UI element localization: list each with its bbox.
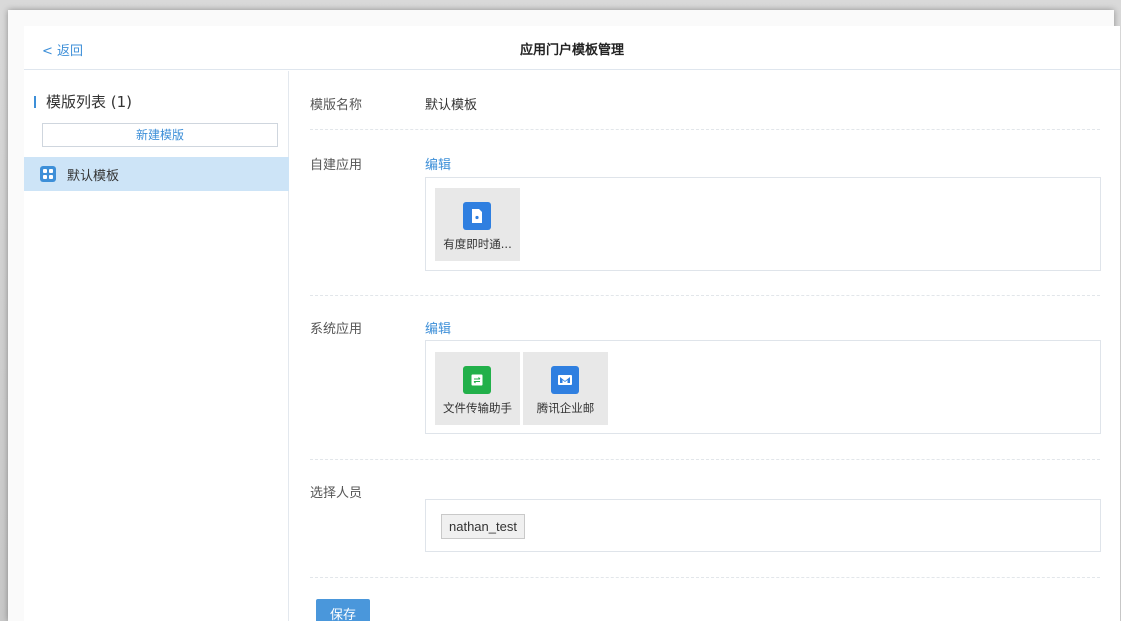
app-name: 文件传输助手 (443, 401, 512, 415)
top-header: < 返回 应用门户模板管理 (24, 26, 1120, 70)
custom-apps-box: 有度即时通... (425, 177, 1101, 271)
app-name: 有度即时通... (443, 237, 512, 251)
page-container: < 返回 应用门户模板管理 模版列表 (1) 新建模版 默认模板 模版名称 默认… (24, 26, 1120, 621)
mail-icon (551, 366, 579, 394)
heading-accent-bar (34, 95, 36, 108)
sidebar-item-default-template[interactable]: 默认模板 (24, 157, 289, 191)
template-sidebar: 模版列表 (1) 新建模版 默认模板 (24, 71, 289, 621)
page-title: 应用门户模板管理 (519, 43, 624, 58)
system-apps-edit-link[interactable]: 编辑 (425, 318, 451, 337)
app-name: 腾讯企业邮 (536, 401, 595, 415)
sidebar-item-label: 默认模板 (67, 168, 120, 184)
template-name-value: 默认模板 (425, 98, 478, 113)
people-selector[interactable]: nathan_test (425, 499, 1101, 552)
system-apps-box: 文件传输助手 腾讯企业邮 (425, 340, 1101, 434)
sidebar-heading-label: 模版列表 (1) (46, 93, 133, 111)
select-people-label: 选择人员 (310, 486, 363, 501)
person-tag[interactable]: nathan_test (441, 514, 525, 539)
divider (310, 295, 1100, 296)
app-tile-tencent-mail[interactable]: 腾讯企业邮 (523, 352, 608, 425)
template-detail: 模版名称 默认模板 自建应用 编辑 有度即时通... 系统应用 编辑 文件传输助… (290, 71, 1120, 621)
custom-apps-edit-link[interactable]: 编辑 (425, 154, 451, 173)
custom-apps-label: 自建应用 (310, 158, 363, 173)
template-name-label: 模版名称 (310, 98, 363, 113)
system-apps-label: 系统应用 (310, 322, 363, 337)
new-template-button[interactable]: 新建模版 (42, 123, 278, 147)
sidebar-heading: 模版列表 (1) (34, 91, 132, 112)
divider (310, 129, 1100, 130)
app-tile-file-transfer[interactable]: 文件传输助手 (435, 352, 520, 425)
document-icon (463, 202, 491, 230)
grid-icon (40, 166, 56, 182)
divider (310, 577, 1100, 578)
app-tile-youdu[interactable]: 有度即时通... (435, 188, 520, 261)
file-transfer-icon (463, 366, 491, 394)
divider (310, 459, 1100, 460)
save-button[interactable]: 保存 (316, 599, 370, 621)
